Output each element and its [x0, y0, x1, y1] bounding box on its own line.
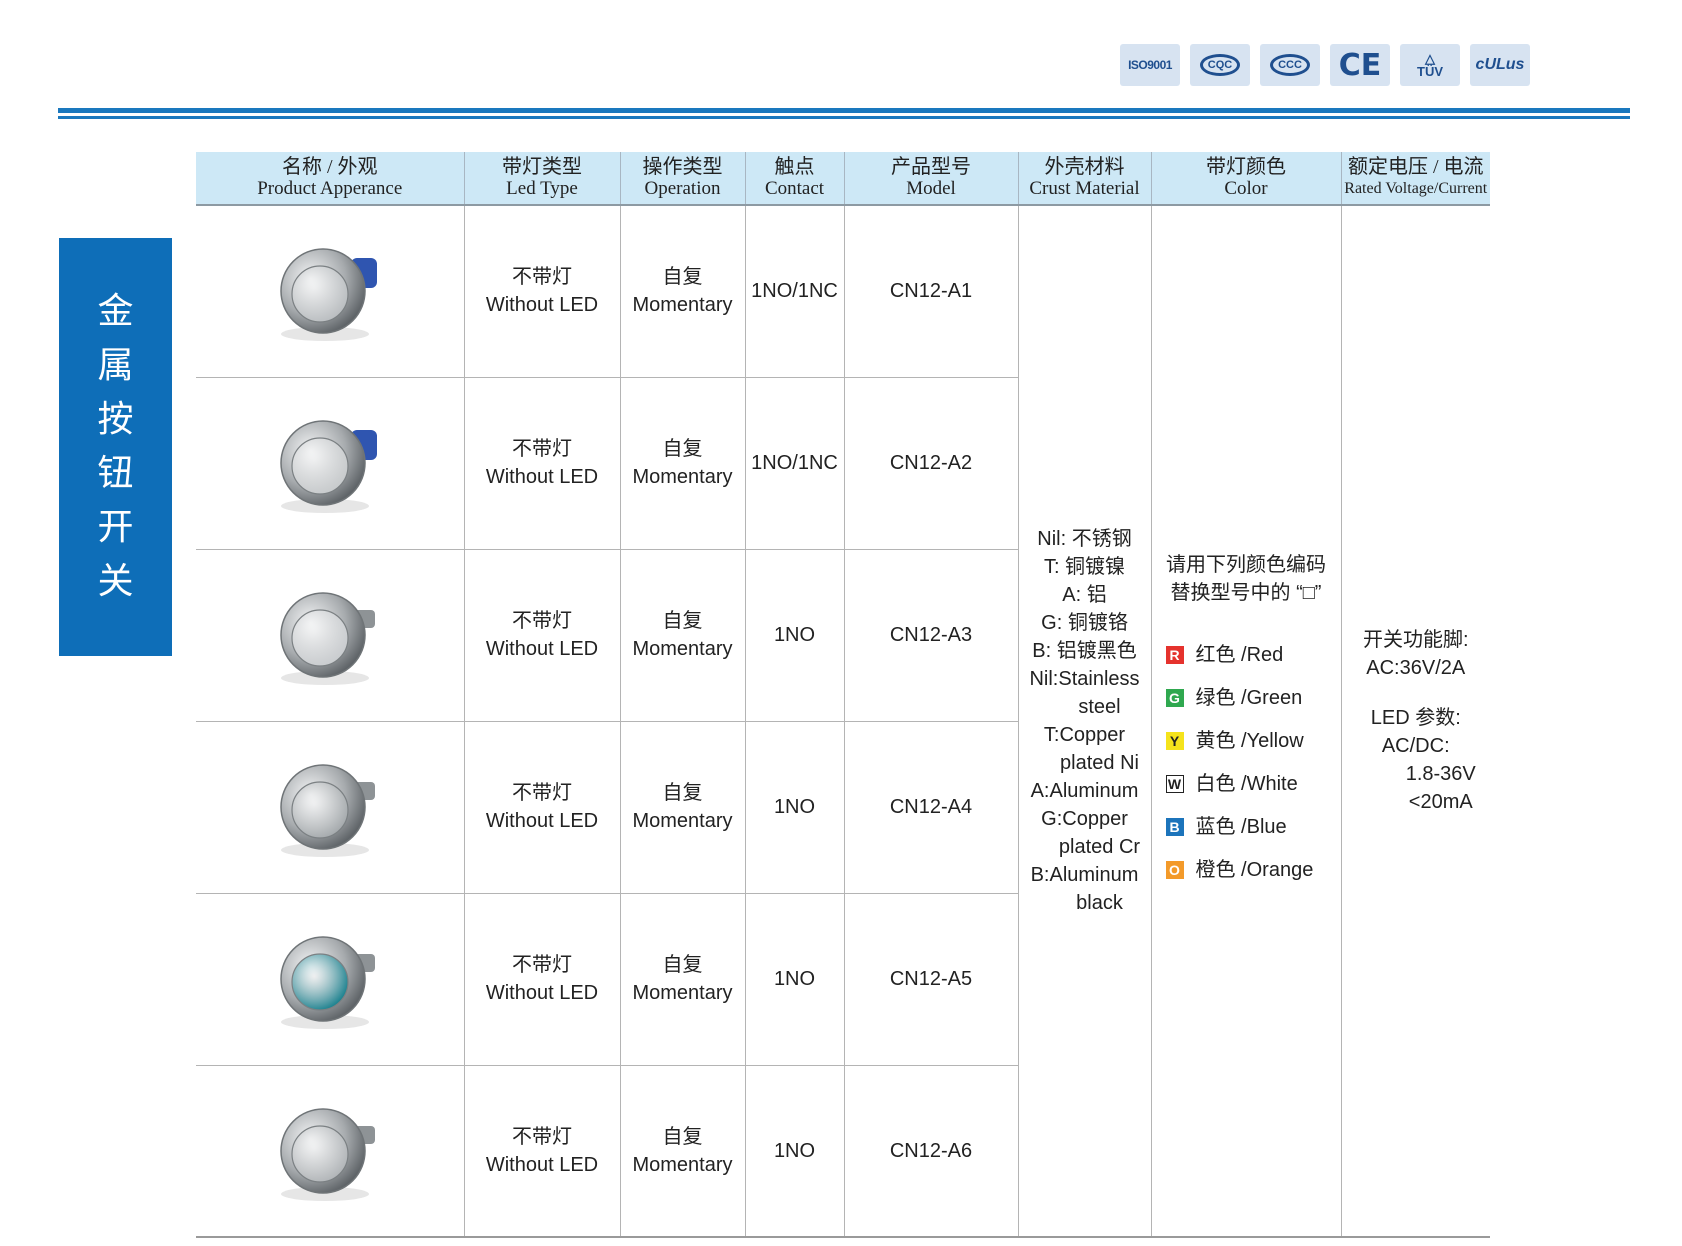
product-spec-table: 名称 / 外观 Product Apperance 带灯类型 Led Type 操作… — [196, 152, 1490, 1238]
cap — [291, 609, 349, 667]
contact-cell: 1NO — [744, 721, 844, 894]
cap — [291, 265, 349, 323]
side-title-char: 开 — [97, 507, 134, 548]
header-contact: 触点 Contact — [744, 152, 844, 206]
side-title-char: 金 — [97, 291, 134, 332]
ce-logo: CE — [1330, 44, 1390, 86]
led-type-cell: 不带灯 Without LED — [463, 205, 620, 378]
model-cell: CN12-A3 — [843, 549, 1018, 722]
led-type-cell: 不带灯 Without LED — [463, 721, 620, 894]
model-cell: CN12-A6 — [843, 1065, 1018, 1238]
color-item-orange: O 橙色 /Orange — [1152, 848, 1341, 891]
product-image-cell — [196, 205, 464, 378]
header-led-type: 带灯类型 Led Type — [463, 152, 620, 206]
header-rating: 额定电压 / 电流 Rated Voltage/Current — [1340, 152, 1490, 206]
color-code-box: W — [1165, 774, 1184, 793]
cul-logo: cULus — [1470, 44, 1530, 86]
metal-pushbutton-teal-cap-image — [280, 936, 375, 1029]
product-image-cell — [196, 1065, 464, 1238]
contact-cell: 1NO/1NC — [744, 205, 844, 378]
color-cell: 请用下列颜色编码 替换型号中的 “□” R 红色 /Red G 绿色 /Green … — [1150, 205, 1341, 1238]
metal-pushbutton-flat-ring-image — [280, 592, 375, 685]
color-item-blue: B 蓝色 /Blue — [1152, 805, 1341, 848]
led-type-cell: 不带灯 Without LED — [463, 549, 620, 722]
metal-pushbutton-domed-high-image — [280, 1108, 375, 1201]
led-type-cell: 不带灯 Without LED — [463, 893, 620, 1066]
color-item-yellow: Y 黄色 /Yellow — [1152, 719, 1341, 762]
operation-cell: 自复 Momentary — [619, 721, 745, 894]
contact-cell: 1NO — [744, 893, 844, 1066]
color-item-red: R 红色 /Red — [1152, 633, 1341, 676]
model-cell: CN12-A2 — [843, 377, 1018, 550]
led-type-cell: 不带灯 Without LED — [463, 1065, 620, 1238]
side-title-char: 按 — [97, 399, 134, 440]
header-model: 产品型号 Model — [843, 152, 1018, 206]
color-code-box: B — [1165, 817, 1184, 836]
table-header-row: 名称 / 外观 Product Apperance 带灯类型 Led Type 操作… — [196, 152, 1490, 206]
color-code-box: R — [1165, 645, 1184, 664]
cap — [291, 1125, 349, 1183]
header-color: 带灯颜色 Color — [1150, 152, 1341, 206]
cqc-logo: CQC — [1190, 44, 1250, 86]
cap — [291, 437, 349, 495]
header-rule-thin — [58, 116, 1630, 119]
operation-cell: 自复 Momentary — [619, 893, 745, 1066]
certification-logos: ISO9001 CQC CCC CE △ TÜV cULus — [1120, 44, 1530, 86]
metal-pushbutton-recessed-image — [280, 764, 375, 857]
iso9001-logo: ISO9001 — [1120, 44, 1180, 86]
color-item-green: G 绿色 /Green — [1152, 676, 1341, 719]
header-material: 外壳材料 Crust Material — [1017, 152, 1151, 206]
model-cell: CN12-A4 — [843, 721, 1018, 894]
cap — [291, 781, 349, 839]
operation-cell: 自复 Momentary — [619, 377, 745, 550]
contact-cell: 1NO/1NC — [744, 377, 844, 550]
header-operation: 操作类型 Operation — [619, 152, 745, 206]
side-title-char: 属 — [97, 345, 134, 386]
led-type-cell: 不带灯 Without LED — [463, 377, 620, 550]
color-item-white: W 白色 /White — [1152, 762, 1341, 805]
table-row: 不带灯 Without LED 自复 Momentary 1NO/1NC CN12-… — [196, 205, 1490, 1238]
operation-cell: 自复 Momentary — [619, 205, 745, 378]
header-appearance: 名称 / 外观 Product Apperance — [196, 152, 464, 206]
color-code-box: Y — [1165, 731, 1184, 750]
header-rule-thick — [58, 108, 1630, 113]
cap — [291, 953, 349, 1011]
ccc-logo: CCC — [1260, 44, 1320, 86]
operation-cell: 自复 Momentary — [619, 1065, 745, 1238]
product-image-cell — [196, 549, 464, 722]
operation-cell: 自复 Momentary — [619, 549, 745, 722]
category-side-tab: 金 属 按 钮 开 关 — [59, 238, 172, 656]
color-code-box: O — [1165, 860, 1184, 879]
model-cell: CN12-A5 — [843, 893, 1018, 1066]
side-title-char: 钮 — [97, 453, 134, 494]
model-cell: CN12-A1 — [843, 205, 1018, 378]
contact-cell: 1NO — [744, 1065, 844, 1238]
rating-cell: 开关功能脚: AC:36V/2A LED 参数: AC/DC: 1.8-36V … — [1340, 205, 1490, 1238]
product-image-cell — [196, 377, 464, 550]
metal-pushbutton-flat-image — [280, 420, 377, 513]
material-cell: Nil: 不锈钢 T: 铜镀镍 A: 铝 G: 铜镀铬 B: 铝镀黑色 Nil:… — [1017, 205, 1151, 1238]
product-image-cell — [196, 893, 464, 1066]
side-title-char: 关 — [97, 561, 134, 602]
product-image-cell — [196, 721, 464, 894]
color-intro: 请用下列颜色编码 替换型号中的 “□” — [1166, 554, 1326, 604]
color-code-box: G — [1165, 688, 1184, 707]
contact-cell: 1NO — [744, 549, 844, 722]
metal-pushbutton-domed-image — [280, 248, 377, 342]
tuv-logo: △ TÜV — [1400, 44, 1460, 86]
